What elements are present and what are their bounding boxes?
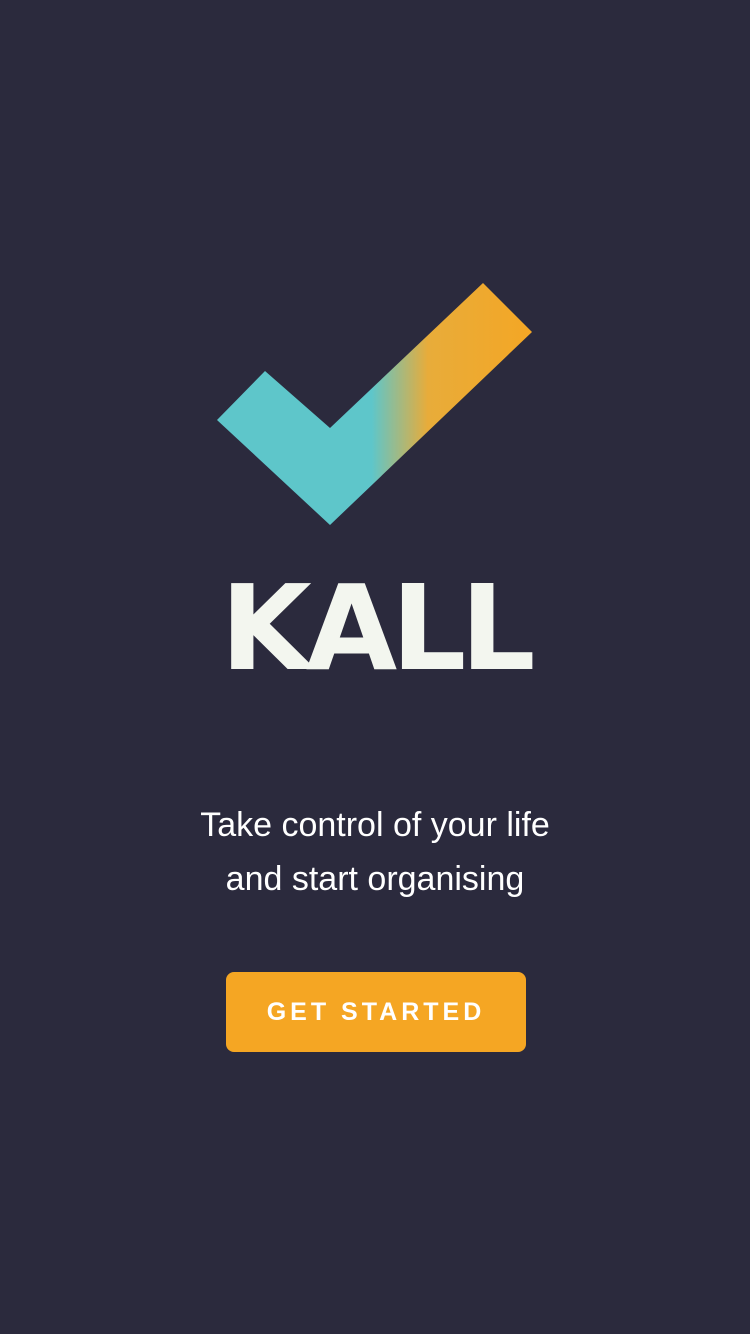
brand-name: KALL xyxy=(220,559,535,697)
tagline-line-2: and start organising xyxy=(225,860,525,898)
tagline-line-1: Take control of your life xyxy=(200,806,550,844)
get-started-button[interactable]: GET STARTED xyxy=(226,972,526,1052)
tagline: Take control of your life and start orga… xyxy=(0,798,750,906)
checkmark-icon xyxy=(210,275,540,535)
